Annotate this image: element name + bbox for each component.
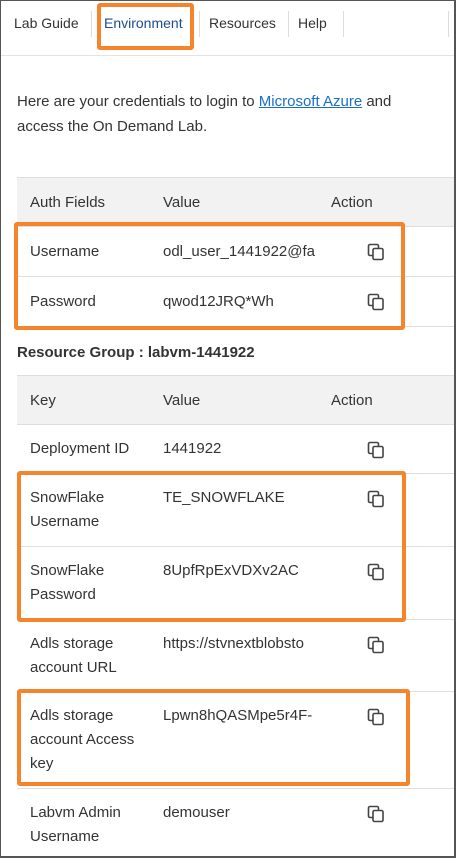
- deployment-id-label: Deployment ID: [30, 440, 130, 457]
- table-row: SnowFlake Username TE_SNOWFLAKE: [17, 474, 454, 547]
- tab-help[interactable]: Help: [298, 15, 327, 31]
- tab-environment[interactable]: Environment: [104, 15, 183, 31]
- tab-divider: [343, 11, 344, 37]
- copy-icon[interactable]: [367, 293, 385, 311]
- header-auth-fields: Auth Fields: [30, 194, 106, 211]
- microsoft-azure-link[interactable]: Microsoft Azure: [259, 93, 362, 110]
- labvm-admin-username-value: demouser: [163, 804, 230, 821]
- username-label: Username: [30, 243, 100, 260]
- table-row: Username odl_user_1441922@fa: [17, 227, 454, 277]
- password-value: qwod12JRQ*Wh: [163, 293, 274, 310]
- table-row: Adls storage account URL https://stvnext…: [17, 620, 454, 692]
- credentials-intro: Here are your credentials to login to Mi…: [17, 89, 437, 139]
- header-action: Action: [331, 194, 373, 211]
- header-value: Value: [163, 194, 201, 211]
- resource-group-label: Resource Group : labvm-1441922: [17, 344, 255, 361]
- tab-divider: [199, 11, 200, 37]
- copy-icon[interactable]: [367, 636, 385, 654]
- intro-text: Here are your credentials to login to: [17, 93, 259, 110]
- tab-divider: [288, 11, 289, 37]
- table-header: Key Value Action: [17, 375, 454, 425]
- snowflake-username-label: SnowFlake Username: [30, 489, 105, 530]
- table-row: SnowFlake Password 8UpfRpExVDXv2AC: [17, 547, 454, 620]
- adls-access-key-value: Lpwn8hQASMpe5r4F-: [163, 707, 313, 724]
- password-label: Password: [30, 293, 96, 310]
- environment-panel: Lab Guide Environment Resources Help Her…: [0, 0, 456, 858]
- copy-icon[interactable]: [367, 805, 385, 823]
- labvm-admin-username-label: Labvm Admin Username: [30, 804, 121, 845]
- table-row: Labvm Admin Username demouser: [17, 789, 454, 856]
- snowflake-password-value: 8UpfRpExVDXv2AC: [163, 562, 299, 579]
- tab-resources[interactable]: Resources: [209, 15, 276, 31]
- copy-icon[interactable]: [367, 490, 385, 508]
- tab-divider: [448, 11, 449, 37]
- copy-icon[interactable]: [367, 243, 385, 261]
- table-row: Deployment ID 1441922: [17, 425, 454, 474]
- header-action: Action: [331, 392, 373, 409]
- snowflake-username-value: TE_SNOWFLAKE: [163, 489, 285, 506]
- tab-bar: Lab Guide Environment Resources Help: [1, 1, 454, 56]
- table-row: Password qwod12JRQ*Wh: [17, 277, 454, 327]
- table-row: Adls storage account Access key Lpwn8hQA…: [17, 692, 454, 789]
- table-header: Auth Fields Value Action: [17, 177, 454, 227]
- adls-url-label: Adls storage account URL: [30, 635, 117, 676]
- snowflake-password-label: SnowFlake Password: [30, 562, 105, 603]
- copy-icon[interactable]: [367, 441, 385, 459]
- copy-icon[interactable]: [367, 563, 385, 581]
- adls-url-value: https://stvnextblobsto: [163, 635, 304, 652]
- tab-lab-guide[interactable]: Lab Guide: [14, 15, 79, 31]
- adls-access-key-label: Adls storage account Access key: [30, 707, 135, 772]
- tab-divider: [91, 11, 92, 37]
- header-key: Key: [30, 392, 56, 409]
- username-value: odl_user_1441922@fa: [163, 243, 316, 260]
- header-value: Value: [163, 392, 201, 409]
- copy-icon[interactable]: [367, 708, 385, 726]
- deployment-id-value: 1441922: [163, 440, 222, 457]
